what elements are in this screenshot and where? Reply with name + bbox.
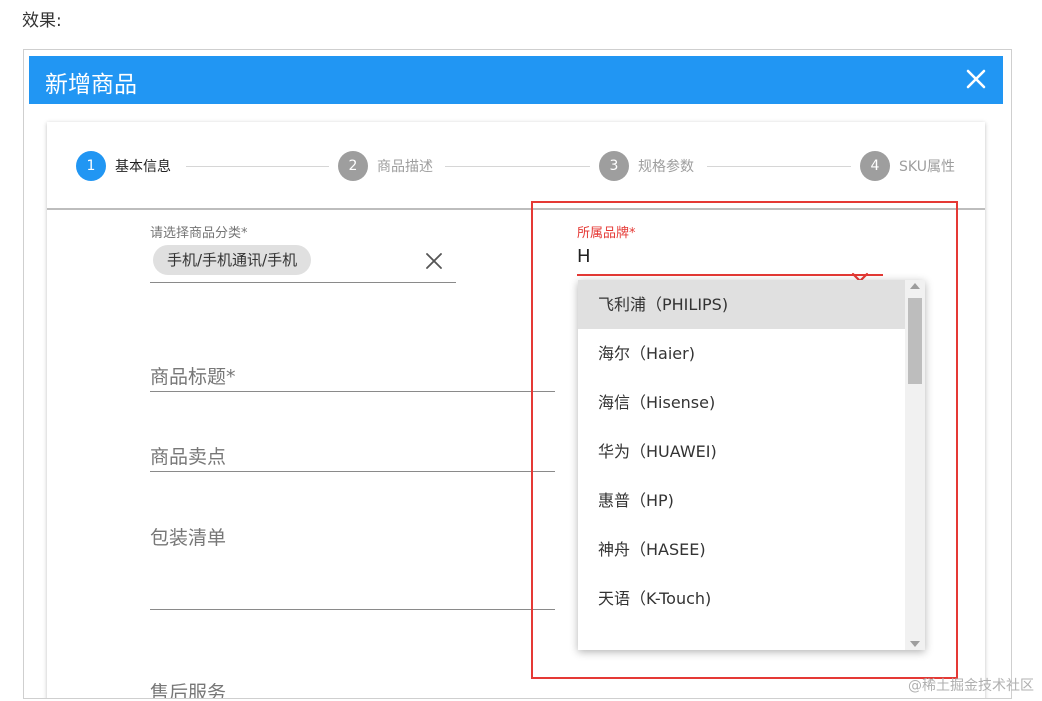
step-label: 规格参数	[638, 159, 694, 175]
scroll-down-arrow-icon[interactable]	[910, 641, 920, 647]
product-title-field[interactable]: 商品标题*	[150, 340, 555, 392]
step-label: 基本信息	[115, 159, 171, 175]
dialog-header: 新增商品	[29, 56, 1003, 104]
after-sale-placeholder: 售后服务	[150, 682, 227, 699]
packing-list-underline	[150, 609, 555, 610]
category-field[interactable]: 请选择商品分类* 手机/手机通讯/手机	[150, 222, 456, 284]
brand-option-hp[interactable]: 惠普（HP)	[578, 476, 925, 525]
brand-option-haier[interactable]: 海尔（Haier)	[578, 329, 925, 378]
brand-option-hasee[interactable]: 神舟（HASEE)	[578, 525, 925, 574]
product-title-underline	[150, 391, 555, 392]
selling-point-placeholder: 商品卖点	[150, 446, 227, 468]
step-connector	[186, 166, 329, 167]
caption-text: 效果:	[22, 11, 62, 31]
dialog-title: 新增商品	[45, 72, 137, 98]
brand-underline	[577, 274, 883, 276]
step-sku[interactable]: 4 SKU属性	[860, 151, 955, 181]
step-label: 商品描述	[377, 159, 433, 175]
stepper: 1 基本信息 2 商品描述 3 规格参数 4 SKU属性	[47, 122, 985, 210]
product-title-placeholder: 商品标题*	[150, 366, 236, 388]
scroll-up-arrow-icon[interactable]	[910, 283, 920, 289]
step-number: 1	[76, 151, 106, 181]
brand-option-huawei[interactable]: 华为（HUAWEI)	[578, 427, 925, 476]
step-connector	[707, 166, 851, 167]
brand-option-hisense[interactable]: 海信（Hisense)	[578, 378, 925, 427]
step-specs[interactable]: 3 规格参数	[599, 151, 694, 181]
step-connector	[445, 166, 590, 167]
step-description[interactable]: 2 商品描述	[338, 151, 433, 181]
category-label: 请选择商品分类*	[150, 226, 248, 241]
step-label: SKU属性	[899, 159, 955, 175]
after-sale-field[interactable]: 售后服务	[150, 642, 555, 699]
scroll-thumb[interactable]	[908, 298, 922, 384]
packing-list-placeholder: 包装清单	[150, 527, 227, 549]
clear-category-icon[interactable]	[423, 250, 445, 272]
step-basic-info[interactable]: 1 基本信息	[76, 151, 171, 181]
brand-input[interactable]	[577, 243, 857, 269]
watermark: @稀土掘金技术社区	[908, 678, 1034, 694]
category-chip[interactable]: 手机/手机通讯/手机	[153, 245, 312, 275]
brand-dropdown: 飞利浦（PHILIPS) 海尔（Haier) 海信（Hisense) 华为（HU…	[578, 280, 925, 650]
selling-point-field[interactable]: 商品卖点	[150, 420, 555, 472]
step-number: 2	[338, 151, 368, 181]
brand-label: 所属品牌*	[577, 226, 636, 241]
category-underline	[150, 282, 456, 283]
brand-option-philips[interactable]: 飞利浦（PHILIPS)	[578, 280, 925, 329]
close-icon[interactable]	[963, 66, 989, 92]
screenshot-frame: 新增商品 1 基本信息 2 商品描述 3 规格参数 4 SKU属性 请选择商品分…	[23, 49, 1012, 699]
step-number: 4	[860, 151, 890, 181]
brand-option-k-touch[interactable]: 天语（K-Touch)	[578, 574, 925, 623]
dropdown-scrollbar[interactable]	[905, 280, 925, 650]
selling-point-underline	[150, 471, 555, 472]
packing-list-field[interactable]: 包装清单	[150, 502, 555, 612]
step-number: 3	[599, 151, 629, 181]
